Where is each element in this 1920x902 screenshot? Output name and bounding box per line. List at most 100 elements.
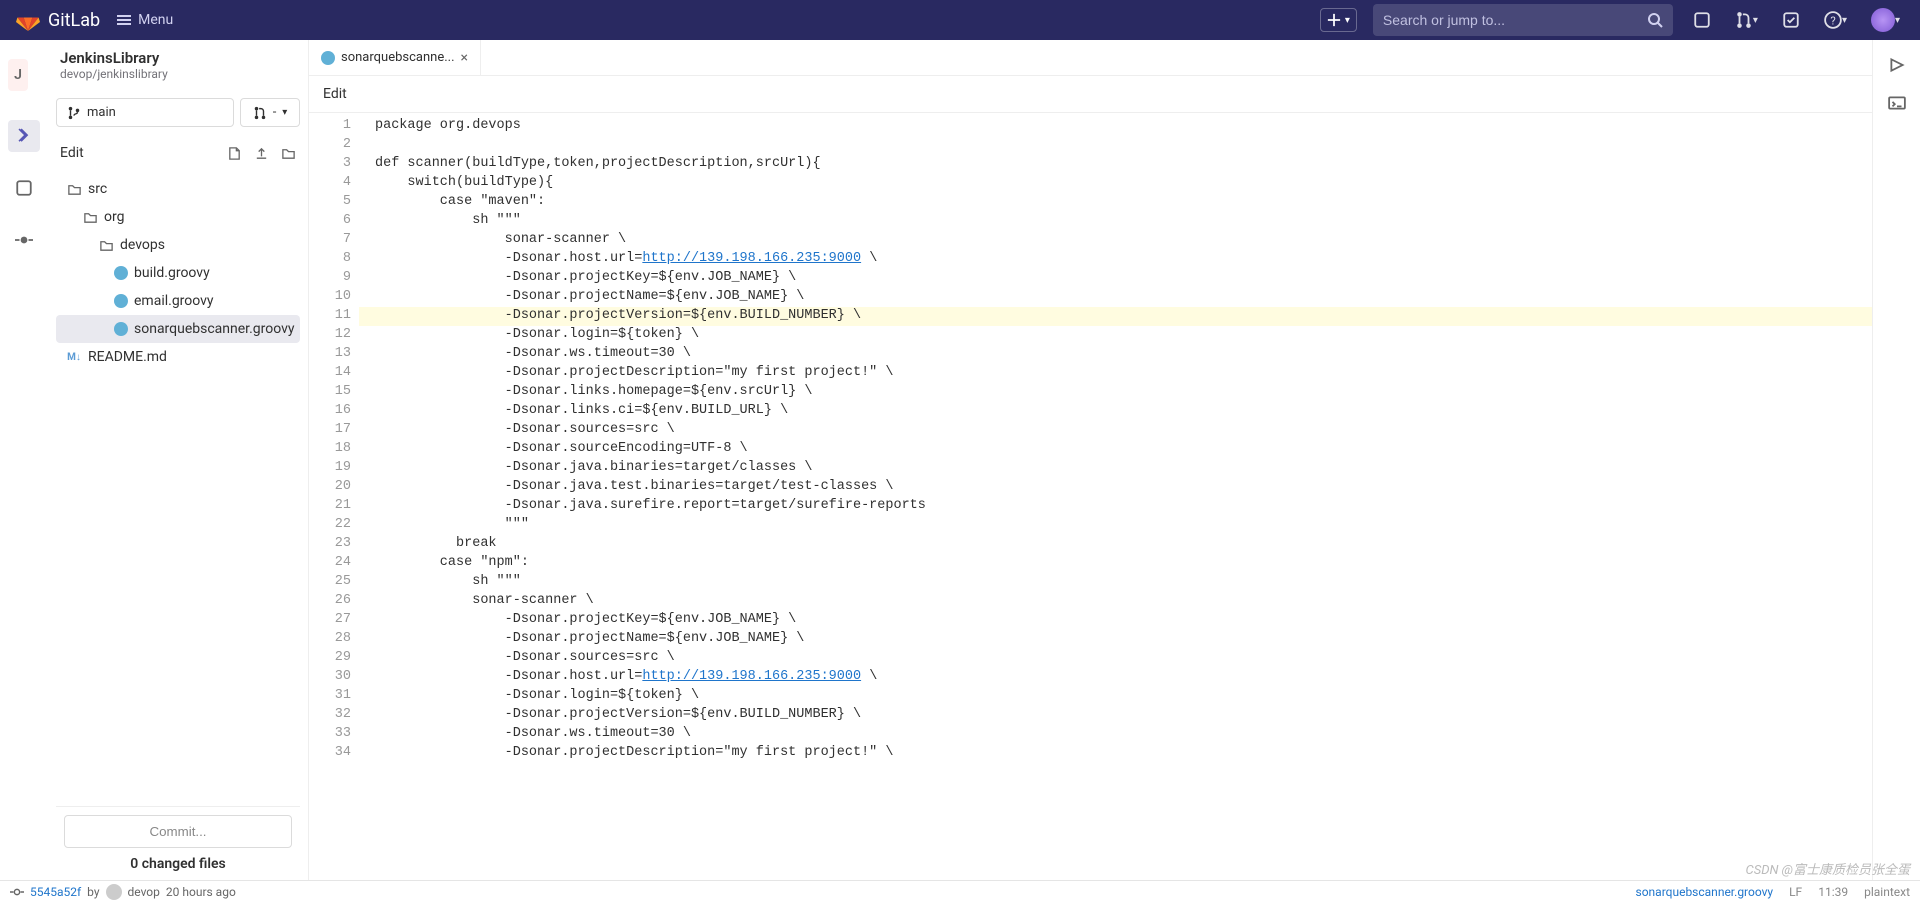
merge-requests-icon[interactable]: ▾ [1731, 7, 1762, 33]
code-line[interactable]: case "maven": [359, 193, 1872, 212]
code-line[interactable] [359, 136, 1872, 155]
commit-sha[interactable]: 5545a52f [30, 885, 81, 899]
menu-button[interactable]: Menu [116, 12, 173, 28]
upload-icon[interactable] [254, 146, 269, 161]
brand-name: GitLab [48, 10, 100, 31]
search-icon [1647, 12, 1663, 28]
pipeline-icon[interactable] [1888, 56, 1906, 74]
tree-item-sonarquebscanner-groovy[interactable]: sonarquebscanner.groovy [56, 315, 300, 343]
tree-item-org[interactable]: org [56, 203, 300, 231]
mr-label: - [273, 105, 277, 120]
by-label: by [87, 885, 99, 899]
code-line[interactable]: -Dsonar.host.url=http://139.198.166.235:… [359, 250, 1872, 269]
url-link[interactable]: http://139.198.166.235:9000 [642, 251, 861, 266]
file-tab[interactable]: sonarquebscanne... × [309, 40, 481, 75]
status-bar: 5545a52f by devop 20 hours ago sonarqueb… [0, 880, 1920, 902]
tree-item-label: README.md [88, 349, 167, 365]
code-line[interactable]: -Dsonar.projectDescription="my first pro… [359, 364, 1872, 383]
code-line[interactable]: -Dsonar.projectName=${env.JOB_NAME} \ [359, 630, 1872, 649]
code-line[interactable]: -Dsonar.projectKey=${env.JOB_NAME} \ [359, 269, 1872, 288]
global-search[interactable] [1373, 4, 1673, 36]
gitlab-logo[interactable]: GitLab [16, 8, 100, 32]
footer-filename[interactable]: sonarquebscanner.groovy [1636, 885, 1774, 899]
code-line[interactable]: -Dsonar.links.homepage=${env.srcUrl} \ [359, 383, 1872, 402]
code-content[interactable]: package org.devops def scanner(buildType… [359, 113, 1872, 880]
hamburger-icon [116, 12, 132, 28]
code-line[interactable]: break [359, 535, 1872, 554]
code-editor[interactable]: 1234567891011121314151617181920212223242… [309, 113, 1872, 880]
groovy-icon [114, 266, 128, 280]
menu-label: Menu [138, 12, 173, 28]
rail-edit[interactable] [8, 120, 40, 152]
gitlab-icon [16, 8, 40, 32]
user-menu[interactable]: ▾ [1867, 4, 1904, 36]
tree-item-build-groovy[interactable]: build.groovy [56, 259, 300, 287]
rail-review[interactable] [8, 172, 40, 204]
code-line[interactable]: sonar-scanner \ [359, 592, 1872, 611]
code-line[interactable]: """ [359, 516, 1872, 535]
new-dir-icon[interactable] [281, 146, 296, 161]
tree-item-src[interactable]: src [56, 175, 300, 203]
code-line[interactable]: -Dsonar.projectDescription="my first pro… [359, 744, 1872, 763]
search-input[interactable] [1383, 12, 1647, 28]
tree-item-README-md[interactable]: M↓ README.md [56, 343, 300, 371]
project-path: devop/jenkinslibrary [60, 67, 168, 81]
project-name[interactable]: JenkinsLibrary [60, 49, 168, 67]
code-line[interactable]: -Dsonar.sources=src \ [359, 649, 1872, 668]
help-icon[interactable]: ?▾ [1820, 7, 1851, 33]
code-line[interactable]: -Dsonar.host.url=http://139.198.166.235:… [359, 668, 1872, 687]
file-mode[interactable]: plaintext [1864, 885, 1910, 899]
code-line[interactable]: sh """ [359, 212, 1872, 231]
code-line[interactable]: sonar-scanner \ [359, 231, 1872, 250]
code-line[interactable]: -Dsonar.java.surefire.report=target/sure… [359, 497, 1872, 516]
commit-button[interactable]: Commit... [64, 815, 292, 848]
author-avatar-icon [106, 884, 122, 900]
code-line[interactable]: -Dsonar.ws.timeout=30 \ [359, 345, 1872, 364]
code-line[interactable]: -Dsonar.java.test.binaries=target/test-c… [359, 478, 1872, 497]
close-tab-icon[interactable]: × [461, 50, 468, 66]
code-line[interactable]: case "npm": [359, 554, 1872, 573]
tree-item-devops[interactable]: devops [56, 231, 300, 259]
code-line[interactable]: -Dsonar.links.ci=${env.BUILD_URL} \ [359, 402, 1872, 421]
commit-author: devop [128, 885, 160, 899]
code-line[interactable]: switch(buildType){ [359, 174, 1872, 193]
code-line[interactable]: -Dsonar.login=${token} \ [359, 326, 1872, 345]
code-line[interactable]: def scanner(buildType,token,projectDescr… [359, 155, 1872, 174]
code-line[interactable]: -Dsonar.login=${token} \ [359, 687, 1872, 706]
code-line[interactable]: -Dsonar.java.binaries=target/classes \ [359, 459, 1872, 478]
terminal-icon[interactable] [1888, 94, 1906, 112]
code-line[interactable]: -Dsonar.projectName=${env.JOB_NAME} \ [359, 288, 1872, 307]
tree-item-email-groovy[interactable]: email.groovy [56, 287, 300, 315]
url-link[interactable]: http://139.198.166.235:9000 [642, 669, 861, 684]
code-line[interactable]: -Dsonar.projectVersion=${env.BUILD_NUMBE… [359, 706, 1872, 725]
project-avatar[interactable]: J [8, 59, 28, 91]
line-ending[interactable]: LF [1789, 885, 1802, 899]
tree-item-label: org [104, 209, 124, 225]
code-line[interactable]: -Dsonar.sourceEncoding=UTF-8 \ [359, 440, 1872, 459]
markdown-icon: M↓ [66, 349, 82, 365]
code-line[interactable]: -Dsonar.sources=src \ [359, 421, 1872, 440]
editor-mode-label: Edit [309, 76, 1872, 113]
code-line[interactable]: -Dsonar.ws.timeout=30 \ [359, 725, 1872, 744]
issues-icon[interactable] [1689, 7, 1715, 33]
folder-icon [82, 209, 98, 225]
icon-rail: J [0, 40, 48, 880]
code-line[interactable]: sh """ [359, 573, 1872, 592]
code-line[interactable]: -Dsonar.projectVersion=${env.BUILD_NUMBE… [359, 307, 1872, 326]
new-dropdown[interactable]: ▾ [1320, 8, 1357, 32]
file-panel: JenkinsLibrary devop/jenkinslibrary main… [48, 40, 308, 880]
new-file-icon[interactable] [227, 146, 242, 161]
code-line[interactable]: package org.devops [359, 117, 1872, 136]
rail-commit[interactable] [8, 224, 40, 256]
cursor-position: 11:39 [1818, 885, 1848, 899]
editor-area: sonarquebscanne... × Edit 12345678910111… [308, 40, 1872, 880]
todos-icon[interactable] [1778, 7, 1804, 33]
tree-item-label: email.groovy [134, 293, 214, 309]
changed-files-count: 0 changed files [64, 856, 292, 872]
top-header: GitLab Menu ▾ ▾ ?▾ ▾ [0, 0, 1920, 40]
code-line[interactable]: -Dsonar.projectKey=${env.JOB_NAME} \ [359, 611, 1872, 630]
branch-selector[interactable]: main [56, 98, 234, 127]
file-tree: src org devopsbuild.groovy email.groovy sona… [56, 171, 300, 806]
mr-selector[interactable]: - ▾ [240, 98, 300, 127]
branch-name: main [87, 105, 116, 120]
